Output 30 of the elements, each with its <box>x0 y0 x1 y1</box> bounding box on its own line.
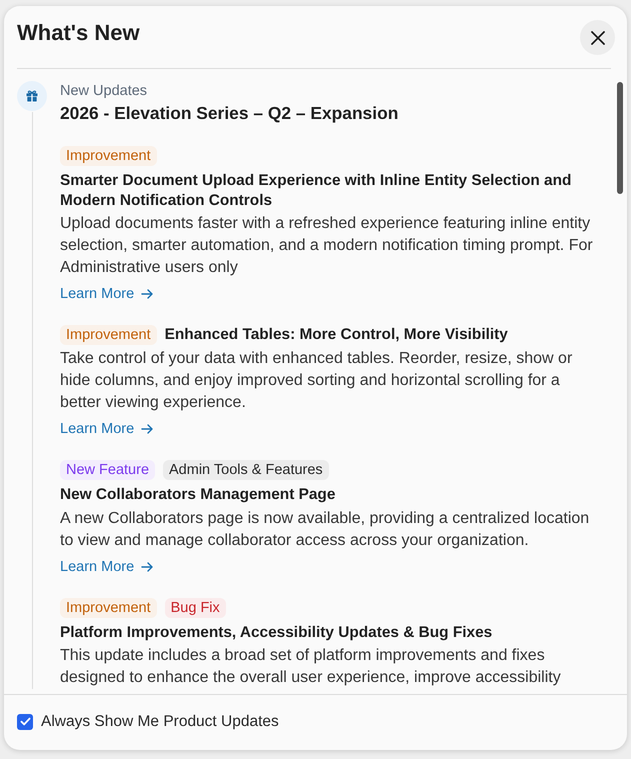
category-tag: New Feature <box>60 460 156 480</box>
close-button[interactable] <box>580 20 615 55</box>
learn-more-link[interactable]: Learn More <box>60 419 154 439</box>
scrollbar-thumb[interactable] <box>617 82 623 194</box>
checkbox-label[interactable]: Always Show Me Product Updates <box>41 712 279 732</box>
checkbox[interactable] <box>17 714 33 730</box>
update-title: Enhanced Tables: More Control, More Visibility <box>164 325 508 345</box>
arrow-right-icon <box>141 424 154 434</box>
check-icon <box>20 717 30 726</box>
update-description: A new Collaborators page is now available, providing a centralized location to view and manage collaborator access across your organization. <box>60 508 590 550</box>
update-title: New Collaborators Management Page <box>60 485 336 504</box>
update-description: This update includes a broad set of platform improvements and fixes designed to enhance the overall user experience, improve accessibility <box>60 646 562 688</box>
category-tag: Improvement <box>60 325 157 345</box>
arrow-right-icon <box>141 562 154 572</box>
section-label: New Updates <box>60 82 148 101</box>
update-title: Smarter Document Upload Experience with Inline Entity Selection and Modern Notification Controls <box>60 171 572 210</box>
release-title: 2026 - Elevation Series – Q2 – Expansion <box>60 102 400 125</box>
learn-more-link[interactable]: Learn More <box>60 284 154 304</box>
gift-icon <box>17 81 47 111</box>
category-tag: Bug Fix <box>164 598 226 618</box>
close-icon <box>590 30 604 44</box>
category-tag: Improvement <box>60 146 157 166</box>
category-tag: Improvement <box>60 598 157 618</box>
update-description: Upload documents faster with a refreshed experience featuring inline entity selection, smarter automation, and a modern notification timing prompt. For Administrative users only <box>60 214 594 278</box>
update-description: Take control of your data with enhanced tables. Reorder, resize, show or hide columns, and enjoy improved sorting and horizontal scrolling for a better viewing experience. <box>60 349 574 413</box>
update-title: Platform Improvements, Accessibility Updates & Bug Fixes <box>60 622 492 642</box>
arrow-right-icon <box>141 289 154 299</box>
learn-more-link[interactable]: Learn More <box>60 556 154 576</box>
dialog-title: What's New <box>17 20 140 46</box>
category-tag: Admin Tools & Features <box>163 460 329 480</box>
